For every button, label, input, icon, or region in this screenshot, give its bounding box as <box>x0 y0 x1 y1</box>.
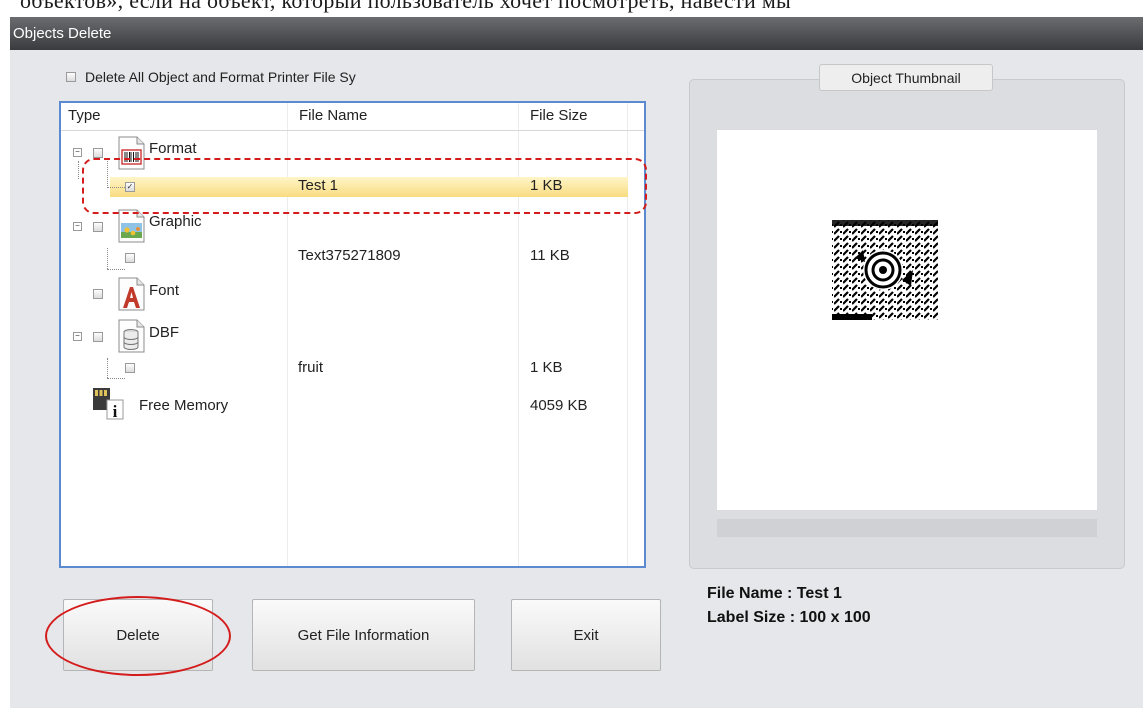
get-file-information-button[interactable]: Get File Information <box>252 599 475 671</box>
dbf-file-size: 1 KB <box>530 359 563 376</box>
graphic-file-checkbox[interactable] <box>125 253 135 263</box>
svg-text:i: i <box>113 402 118 420</box>
thumbnail-preview <box>717 130 1097 510</box>
memory-info-icon: i <box>93 388 124 420</box>
header-type[interactable]: Type <box>68 107 101 124</box>
graphic-checkbox[interactable] <box>93 222 103 232</box>
delete-all-checkbox-row[interactable]: Delete All Object and Format Printer Fil… <box>66 69 356 85</box>
graphic-file-name: Text375271809 <box>298 247 401 264</box>
graphic-file-size: 11 KB <box>530 247 570 264</box>
database-icon <box>118 319 145 353</box>
annotation-dashed-highlight <box>82 158 647 214</box>
thumbnail-scrollbar[interactable] <box>717 519 1097 537</box>
delete-all-label: Delete All Object and Format Printer Fil… <box>85 69 356 85</box>
delete-all-checkbox[interactable] <box>66 72 76 82</box>
font-checkbox[interactable] <box>93 289 103 299</box>
collapse-toggle-icon[interactable]: − <box>73 148 82 157</box>
list-header: Type File Name File Size <box>61 103 644 131</box>
file-name-info: File Name : Test 1 <box>707 585 842 602</box>
objects-delete-window: Objects Delete Delete All Object and For… <box>10 17 1143 708</box>
collapse-toggle-icon[interactable]: − <box>73 222 82 231</box>
thumbnail-title: Object Thumbnail <box>819 64 993 91</box>
header-file-name[interactable]: File Name <box>299 107 367 124</box>
dbf-file-checkbox[interactable] <box>125 363 135 373</box>
format-checkbox[interactable] <box>93 148 103 158</box>
collapse-toggle-icon[interactable]: − <box>73 332 82 341</box>
background-document-text: объектов», если на объект, который польз… <box>20 0 792 13</box>
free-memory-label: Free Memory <box>139 397 229 414</box>
dbf-checkbox[interactable] <box>93 332 103 342</box>
font-a-icon <box>118 277 145 311</box>
header-file-size[interactable]: File Size <box>530 107 588 124</box>
graphic-label: Graphic <box>149 213 202 230</box>
graphic-image-icon <box>118 209 145 243</box>
free-memory-size: 4059 KB <box>530 397 588 414</box>
font-label: Font <box>149 282 180 299</box>
window-title: Objects Delete <box>10 17 1143 50</box>
dbf-file-name: fruit <box>298 359 324 376</box>
format-label: Format <box>149 140 197 157</box>
dbf-label: DBF <box>149 324 179 341</box>
label-size-info: Label Size : 100 x 100 <box>707 609 871 626</box>
annotation-red-ellipse <box>45 596 231 676</box>
qr-code-thumbnail <box>832 220 938 320</box>
exit-button[interactable]: Exit <box>511 599 661 671</box>
